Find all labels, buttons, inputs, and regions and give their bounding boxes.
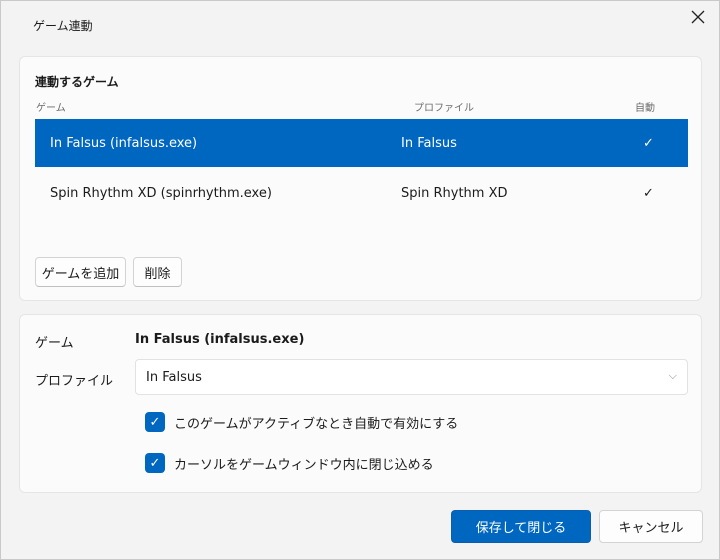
checkmark-icon: ✓ — [145, 453, 165, 473]
linked-games-card: 連動するゲーム ゲーム プロファイル 自動 In Falsus (infalsu… — [19, 56, 702, 301]
game-row-spinrhythm[interactable]: Spin Rhythm XD (spinrhythm.exe) Spin Rhy… — [35, 169, 688, 217]
game-detail-card: ゲーム In Falsus (infalsus.exe) プロファイル In F… — [19, 314, 702, 493]
auto-enable-checkbox[interactable]: ✓ このゲームがアクティブなとき自動で有効にする — [145, 412, 458, 432]
save-and-close-button[interactable]: 保存して閉じる — [451, 510, 591, 543]
add-game-button[interactable]: ゲームを追加 — [35, 257, 126, 287]
game-value: In Falsus (infalsus.exe) — [135, 332, 305, 347]
delete-game-button[interactable]: 削除 — [133, 257, 182, 287]
profile-label: プロファイル — [35, 374, 114, 389]
row-game-name: In Falsus (infalsus.exe) — [50, 135, 198, 151]
row-game-name: Spin Rhythm XD (spinrhythm.exe) — [50, 185, 272, 201]
column-header-game: ゲーム — [36, 103, 66, 114]
confine-cursor-checkbox[interactable]: ✓ カーソルをゲームウィンドウ内に閉じ込める — [145, 453, 434, 473]
row-profile-name: In Falsus — [401, 135, 457, 151]
row-auto-check-icon: ✓ — [643, 135, 654, 151]
chevron-down-icon: ⌵ — [668, 369, 677, 382]
profile-select[interactable]: In Falsus ⌵ — [135, 359, 688, 395]
row-auto-check-icon: ✓ — [643, 185, 654, 201]
dialog-title: ゲーム連動 — [33, 19, 93, 33]
game-link-dialog: ゲーム連動 連動するゲーム ゲーム プロファイル 自動 In Falsus (i… — [0, 0, 720, 560]
confine-cursor-label: カーソルをゲームウィンドウ内に閉じ込める — [174, 457, 434, 473]
linked-games-heading: 連動するゲーム — [35, 75, 119, 89]
close-icon — [691, 10, 705, 24]
cancel-button[interactable]: キャンセル — [599, 510, 703, 543]
auto-enable-label: このゲームがアクティブなとき自動で有効にする — [174, 416, 459, 432]
game-row-infalsus[interactable]: In Falsus (infalsus.exe) In Falsus ✓ — [35, 119, 688, 167]
checkmark-icon: ✓ — [145, 412, 165, 432]
close-button[interactable] — [683, 3, 713, 31]
column-header-auto: 自動 — [635, 103, 655, 114]
game-label: ゲーム — [35, 336, 74, 351]
column-header-profile: プロファイル — [414, 103, 474, 114]
row-profile-name: Spin Rhythm XD — [401, 185, 508, 201]
profile-select-value: In Falsus — [146, 369, 202, 385]
